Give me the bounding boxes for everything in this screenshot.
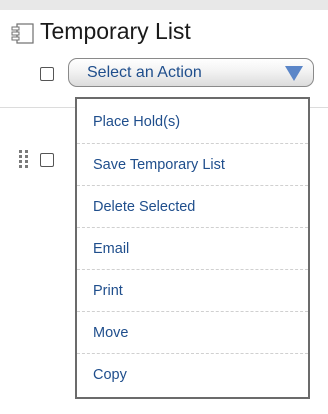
drag-handle-icon[interactable] xyxy=(19,150,29,169)
list-document-icon xyxy=(11,23,34,44)
action-dropdown-menu: Place Hold(s) Save Temporary List Delete… xyxy=(75,97,310,399)
action-select[interactable]: Select an Action xyxy=(68,58,314,87)
action-select-label: Select an Action xyxy=(87,64,202,81)
top-strip xyxy=(0,0,328,10)
row-checkbox[interactable] xyxy=(40,153,54,167)
page-title: Temporary List xyxy=(40,18,191,44)
menu-item-email[interactable]: Email xyxy=(77,227,308,269)
chevron-down-icon xyxy=(285,66,303,81)
menu-item-save-temporary-list[interactable]: Save Temporary List xyxy=(77,143,308,185)
select-all-checkbox[interactable] xyxy=(40,67,54,81)
menu-item-move[interactable]: Move xyxy=(77,311,308,353)
menu-item-delete-selected[interactable]: Delete Selected xyxy=(77,185,308,227)
menu-item-place-holds[interactable]: Place Hold(s) xyxy=(77,101,308,143)
menu-item-copy[interactable]: Copy xyxy=(77,353,308,395)
menu-item-print[interactable]: Print xyxy=(77,269,308,311)
